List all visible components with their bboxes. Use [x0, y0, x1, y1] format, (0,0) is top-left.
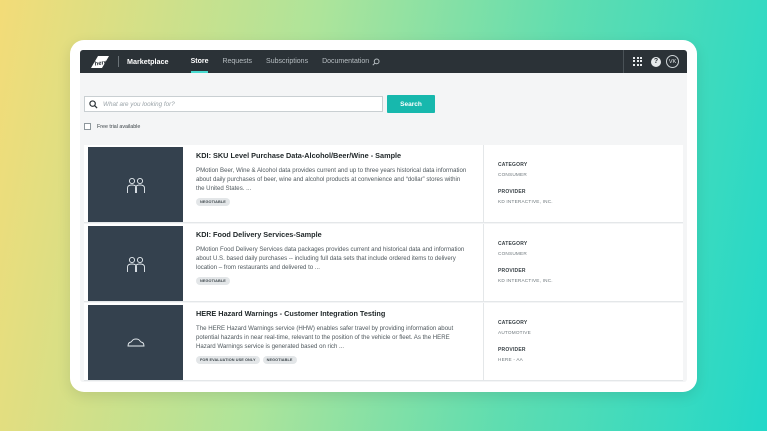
tag-badge: NEGOTIABLE	[196, 277, 230, 285]
header-divider	[623, 50, 624, 73]
listing-tags: NEGOTIABLE	[196, 277, 468, 285]
category-label: CATEGORY	[498, 320, 528, 326]
nav-subscriptions-label: Subscriptions	[266, 58, 309, 65]
listing-meta: CATEGORY AUTOMOTIVE PROVIDER HERE - AA	[483, 303, 683, 381]
nav-requests[interactable]: Requests	[222, 50, 252, 73]
nav-documentation-label: Documentation	[322, 58, 370, 65]
listing-meta: CATEGORY CONSUMER PROVIDER KD INTERACTIV…	[483, 145, 683, 223]
listing-card[interactable]: KDI: Food Delivery Services-Sample PMoti…	[84, 224, 683, 302]
search-icon	[89, 99, 98, 109]
search-icon	[372, 57, 380, 66]
listing-thumbnail[interactable]	[88, 226, 183, 301]
listing-thumbnail[interactable]	[88, 147, 183, 222]
header-actions: ? VK	[623, 50, 687, 73]
listing-content: KDI: Food Delivery Services-Sample PMoti…	[196, 230, 468, 285]
apps-grid-icon[interactable]	[633, 56, 643, 67]
people-icon	[126, 256, 145, 272]
device-frame: here Marketplace Store Requests Subscrip…	[70, 40, 697, 392]
category-value: CONSUMER	[498, 172, 527, 177]
provider-label: PROVIDER	[498, 268, 526, 274]
listing-card[interactable]: HERE Hazard Warnings - Customer Integrat…	[84, 303, 683, 381]
search-button[interactable]: Search	[387, 95, 435, 113]
people-icon	[126, 177, 145, 193]
listing-description: PMotion Beer, Wine & Alcohol data provid…	[196, 167, 467, 192]
car-icon	[127, 338, 144, 346]
header-divider	[118, 56, 119, 67]
free-trial-filter[interactable]: Free trial available	[84, 123, 140, 130]
nav-store[interactable]: Store	[190, 50, 209, 73]
listing-content: KDI: SKU Level Purchase Data-Alcohol/Bee…	[196, 151, 468, 206]
category-label: CATEGORY	[498, 162, 528, 168]
listing-title[interactable]: KDI: SKU Level Purchase Data-Alcohol/Bee…	[196, 151, 468, 160]
listing-list: KDI: SKU Level Purchase Data-Alcohol/Bee…	[84, 145, 683, 382]
provider-value: HERE - AA	[498, 357, 523, 362]
marketplace-app: here Marketplace Store Requests Subscrip…	[80, 50, 687, 382]
listing-card[interactable]: KDI: SKU Level Purchase Data-Alcohol/Bee…	[84, 145, 683, 223]
provider-value: KD INTERACTIVE, INC.	[498, 278, 553, 283]
listing-meta: CATEGORY CONSUMER PROVIDER KD INTERACTIV…	[483, 224, 683, 302]
search-input[interactable]	[103, 100, 373, 108]
nav-documentation[interactable]: Documentation	[322, 50, 380, 73]
listing-description: PMotion Food Delivery Services data pack…	[196, 246, 465, 271]
tag-badge: FOR EVALUATION USE ONLY	[196, 356, 260, 364]
free-trial-checkbox[interactable]	[84, 123, 91, 130]
listing-tags: FOR EVALUATION USE ONLY NEGOTIABLE	[196, 356, 468, 364]
listing-title[interactable]: HERE Hazard Warnings - Customer Integrat…	[196, 309, 468, 318]
listing-description: The HERE Hazard Warnings service (HHW) e…	[196, 325, 454, 350]
category-value: CONSUMER	[498, 251, 527, 256]
free-trial-label: Free trial available	[97, 123, 141, 130]
nav-store-label: Store	[190, 58, 209, 65]
app-title[interactable]: Marketplace	[127, 57, 169, 66]
top-navigation-bar: here Marketplace Store Requests Subscrip…	[80, 50, 687, 73]
listing-thumbnail[interactable]	[88, 305, 183, 380]
provider-label: PROVIDER	[498, 347, 526, 353]
nav-requests-label: Requests	[222, 58, 253, 65]
category-value: AUTOMOTIVE	[498, 330, 531, 335]
tag-badge: NEGOTIABLE	[262, 356, 297, 364]
provider-value: KD INTERACTIVE, INC.	[498, 199, 553, 204]
svg-text:here: here	[94, 59, 108, 67]
nav-subscriptions[interactable]: Subscriptions	[266, 50, 308, 73]
category-label: CATEGORY	[498, 241, 528, 247]
listing-title[interactable]: KDI: Food Delivery Services-Sample	[196, 230, 468, 239]
search-field[interactable]	[84, 96, 383, 112]
listing-content: HERE Hazard Warnings - Customer Integrat…	[196, 309, 468, 364]
provider-label: PROVIDER	[498, 189, 526, 195]
tag-badge: NEGOTIABLE	[196, 198, 230, 206]
here-logo-icon[interactable]: here	[89, 55, 111, 69]
help-icon[interactable]: ?	[651, 56, 661, 67]
avatar[interactable]: VK	[666, 55, 679, 68]
listing-tags: NEGOTIABLE	[196, 198, 468, 206]
